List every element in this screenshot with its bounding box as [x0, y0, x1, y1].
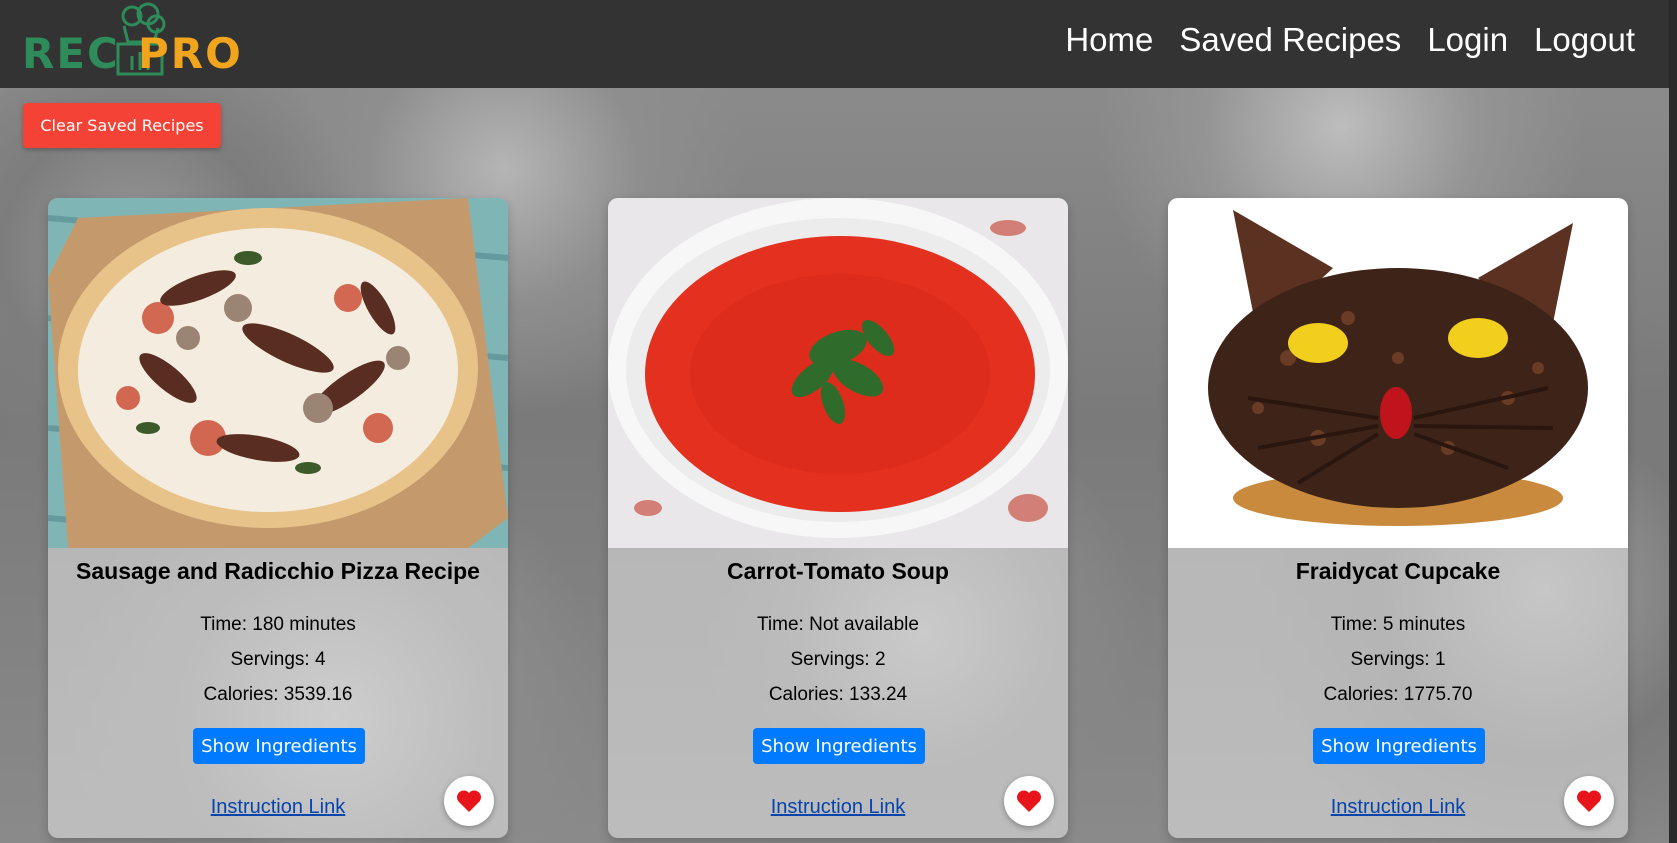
- recipe-title: Fraidycat Cupcake: [1295, 558, 1501, 584]
- recipe-servings: Servings: 2: [790, 649, 886, 670]
- recipe-title: Sausage and Radicchio Pizza Recipe: [76, 558, 480, 584]
- clear-saved-recipes-button[interactable]: Clear Saved Recipes: [23, 103, 221, 148]
- nav-logout[interactable]: Logout: [1534, 20, 1635, 60]
- logo-text-rec: REC: [22, 29, 120, 78]
- recipe-time: Time: 180 minutes: [200, 614, 356, 635]
- recipe-calories: Calories: 1775.70: [1323, 684, 1473, 705]
- recipe-card-cupcake: Fraidycat Cupcake Time: 5 minutes Servin…: [1168, 198, 1628, 838]
- page-scrollbar[interactable]: [1669, 0, 1677, 843]
- recipe-calories: Calories: 3539.16: [203, 684, 353, 705]
- favorite-button[interactable]: [444, 776, 494, 826]
- favorite-button[interactable]: [1564, 776, 1614, 826]
- recipro-logo[interactable]: REC PRO: [22, 2, 272, 82]
- instruction-link[interactable]: Instruction Link: [1168, 796, 1628, 819]
- show-ingredients-button[interactable]: Show Ingredients: [753, 728, 925, 764]
- nav-menu: Home Saved Recipes Login Logout: [1065, 20, 1635, 60]
- heart-icon: [456, 790, 482, 812]
- instruction-link[interactable]: Instruction Link: [608, 796, 1068, 819]
- recipe-image-pizza[interactable]: [48, 198, 508, 548]
- heart-icon: [1016, 790, 1042, 812]
- favorite-button[interactable]: [1004, 776, 1054, 826]
- recipe-title: Carrot-Tomato Soup: [727, 558, 949, 584]
- recipe-image-cat-cupcake[interactable]: [1168, 198, 1628, 548]
- recipe-calories: Calories: 133.24: [768, 684, 908, 705]
- instruction-link[interactable]: Instruction Link: [48, 796, 508, 819]
- navbar: REC PRO Home Saved Recipes Login Logout: [0, 0, 1677, 88]
- nav-home[interactable]: Home: [1065, 20, 1153, 60]
- recipe-servings: Servings: 4: [230, 649, 326, 670]
- heart-icon: [1576, 790, 1602, 812]
- recipe-time: Time: Not available: [757, 614, 919, 635]
- recipe-card-soup: Carrot-Tomato Soup Time: Not available S…: [608, 198, 1068, 838]
- nav-login[interactable]: Login: [1427, 20, 1508, 60]
- recipe-image-tomato-soup[interactable]: [608, 198, 1068, 548]
- show-ingredients-button[interactable]: Show Ingredients: [193, 728, 365, 764]
- recipe-servings: Servings: 1: [1350, 649, 1446, 670]
- show-ingredients-button[interactable]: Show Ingredients: [1313, 728, 1485, 764]
- recipe-card-pizza: Sausage and Radicchio Pizza Recipe Time:…: [48, 198, 508, 838]
- logo-text-pro: PRO: [138, 29, 243, 78]
- recipe-time: Time: 5 minutes: [1330, 614, 1466, 635]
- nav-saved-recipes[interactable]: Saved Recipes: [1179, 20, 1401, 60]
